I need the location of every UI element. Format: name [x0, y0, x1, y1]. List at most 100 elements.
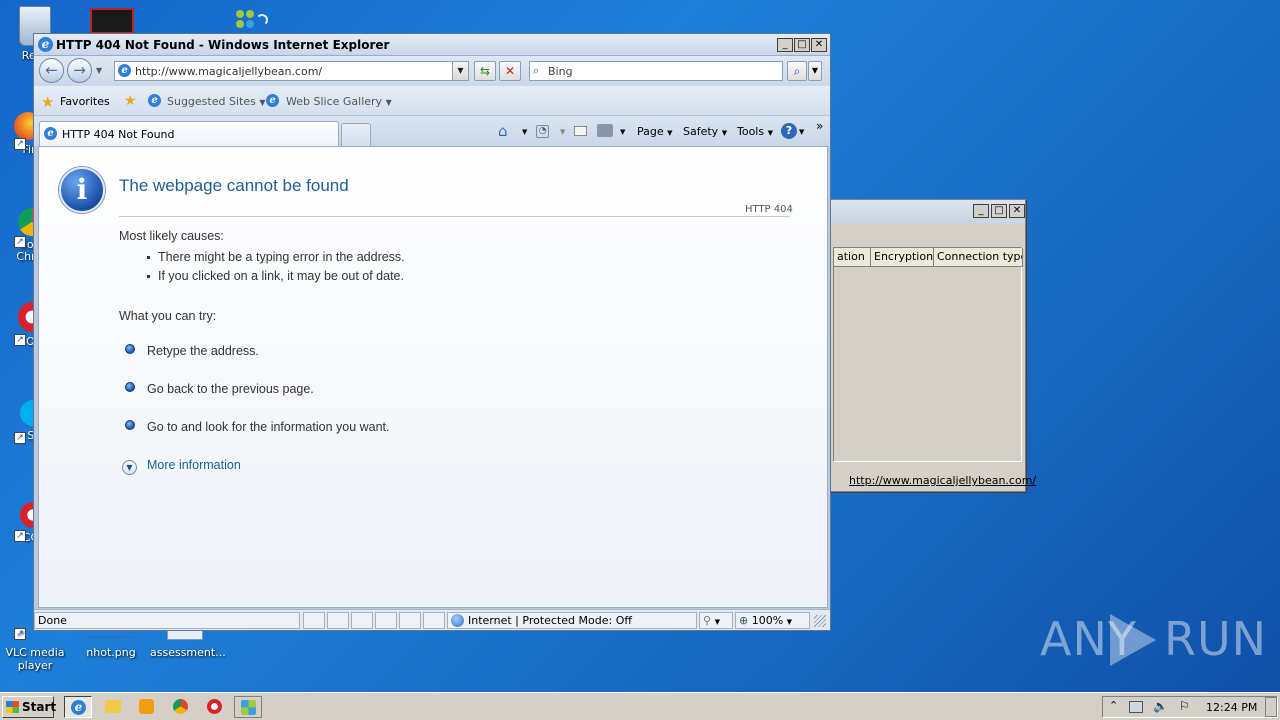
chevron-more-icon[interactable]: » — [816, 119, 823, 133]
app-grid-icon — [241, 700, 256, 715]
taskbar-chrome-button[interactable] — [166, 696, 194, 718]
search-options-button[interactable]: ▼ — [808, 61, 822, 81]
refresh-button[interactable]: ⇆ — [474, 61, 496, 81]
security-zone[interactable]: Internet | Protected Mode: Off — [447, 612, 697, 629]
show-hidden-icons-icon[interactable]: ⌃ — [1109, 699, 1118, 712]
close-button[interactable]: ✕ — [1009, 204, 1025, 218]
status-pane — [399, 612, 421, 629]
column-header[interactable]: Encryption — [871, 248, 934, 267]
taskbar-app-button[interactable] — [234, 696, 262, 718]
address-bar[interactable]: e http://www.magicaljellybean.com/ ▼ — [114, 61, 469, 81]
safety-menu[interactable]: Safety ▼ — [683, 125, 727, 138]
dropdown-arrow-icon[interactable]: ▼ — [560, 128, 565, 136]
status-text: Done — [34, 612, 300, 629]
address-input[interactable]: http://www.magicaljellybean.com/ — [135, 65, 322, 78]
ie-titlebar[interactable]: e HTTP 404 Not Found - Windows Internet … — [34, 34, 830, 56]
favorites-button[interactable]: Favorites — [60, 95, 110, 108]
feeds-icon[interactable]: ◔ — [536, 125, 549, 138]
shortcut-arrow-icon: ↗ — [14, 236, 26, 248]
search-box[interactable]: ⌕ Bing — [529, 61, 783, 81]
status-pane — [351, 612, 373, 629]
status-pane — [303, 612, 325, 629]
page-menu[interactable]: Page ▼ — [637, 125, 673, 138]
minimize-button[interactable]: _ — [777, 38, 793, 52]
print-icon[interactable] — [597, 124, 613, 137]
pdf-icon[interactable] — [90, 8, 134, 34]
tools-menu[interactable]: Tools ▼ — [737, 125, 773, 138]
dropdown-arrow-icon: ▼ — [259, 98, 266, 107]
network-icon[interactable] — [1129, 701, 1143, 713]
desktop-icon-vlc[interactable]: ↗ VLC media player — [0, 624, 70, 672]
bullet-icon — [147, 275, 150, 278]
expand-chevron-icon[interactable]: ▼ — [122, 460, 137, 475]
dropdown-arrow-icon[interactable]: ▼ — [799, 128, 804, 136]
minimize-button[interactable]: _ — [973, 204, 989, 218]
maximize-button[interactable]: □ — [794, 38, 810, 52]
show-desktop-button[interactable] — [1265, 697, 1277, 717]
navigation-bar: ← → ▼ e http://www.magicaljellybean.com/… — [34, 56, 830, 86]
blue-bullet-icon — [125, 382, 135, 392]
shortcut-arrow-icon: ↗ — [14, 334, 26, 346]
page-icon: e — [118, 64, 131, 77]
suggested-sites-link[interactable]: Suggested Sites ▼ — [167, 95, 265, 108]
resize-grip-icon[interactable] — [814, 615, 826, 627]
shortcut-arrow-icon: ↗ — [14, 628, 26, 640]
home-icon[interactable]: ⌂ — [498, 122, 508, 140]
forward-button[interactable]: → — [67, 58, 92, 83]
try-heading: What you can try: — [119, 309, 217, 323]
start-button[interactable]: Start — [2, 696, 56, 718]
zoom-button[interactable]: ⊕ 100% ▼ — [735, 612, 810, 629]
causes-heading: Most likely causes: — [119, 229, 224, 243]
back-button[interactable]: ← — [39, 58, 64, 83]
new-tab-button[interactable] — [341, 123, 371, 146]
search-button[interactable]: ⌕ — [787, 61, 807, 81]
security-zone-label: Internet | Protected Mode: Off — [468, 614, 632, 627]
taskbar-opera-button[interactable] — [200, 696, 228, 718]
help-icon[interactable]: ? — [781, 123, 797, 139]
tab-row: e HTTP 404 Not Found ⌂ ▼ ◔ ▼ ▼ Page ▼ Sa… — [34, 116, 830, 146]
page-content: i The webpage cannot be found HTTP 404 M… — [38, 146, 828, 608]
dropdown-arrow-icon: ▼ — [767, 129, 773, 137]
taskbar-ie-button[interactable]: e — [64, 696, 92, 718]
taskbar-explorer-button[interactable] — [98, 696, 126, 718]
stop-button[interactable]: ✕ — [499, 61, 521, 81]
dropdown-arrow-icon[interactable]: ▼ — [522, 128, 527, 136]
status-pane — [375, 612, 397, 629]
address-dropdown-button[interactable]: ▼ — [452, 62, 468, 80]
web-slice-gallery-link[interactable]: Web Slice Gallery ▼ — [286, 95, 392, 108]
ie-logo-icon: e — [38, 37, 53, 52]
try-item[interactable]: Go back to the previous page. — [147, 382, 314, 396]
clock[interactable]: 12:24 PM — [1206, 701, 1257, 714]
app-dots-icon[interactable] — [236, 8, 286, 34]
protected-mode-button[interactable]: ⚲ ▼ — [699, 612, 733, 629]
window-title: HTTP 404 Not Found - Windows Internet Ex… — [56, 38, 390, 52]
more-information-link[interactable]: More information — [147, 458, 241, 472]
column-header[interactable]: ation — [834, 248, 871, 267]
taskbar-media-button[interactable] — [132, 696, 160, 718]
action-center-flag-icon[interactable]: ⚐ — [1179, 699, 1190, 713]
dialog-url-link[interactable]: http://www.magicaljellybean.com/ — [849, 474, 1036, 487]
status-bar: Done Internet | Protected Mode: Off ⚲ ▼ … — [34, 609, 830, 630]
add-favorites-icon[interactable]: ★ — [124, 93, 137, 109]
tools-menu-label: Tools — [737, 125, 765, 138]
maximize-button[interactable]: □ — [991, 204, 1007, 218]
ie-icon: e — [71, 700, 86, 715]
volume-icon[interactable]: 🔈 — [1153, 699, 1168, 713]
favorites-star-icon: ★ — [41, 93, 55, 111]
try-item: Retype the address. — [147, 344, 259, 358]
column-header[interactable]: Connection type — [934, 248, 1023, 267]
connections-list[interactable]: ation Encryption Connection type — [833, 247, 1023, 462]
status-pane — [327, 612, 349, 629]
bullet-icon — [147, 256, 150, 259]
mail-icon[interactable] — [574, 126, 587, 136]
dropdown-arrow-icon: ▼ — [721, 129, 728, 137]
search-input[interactable]: Bing — [548, 65, 573, 78]
close-button[interactable]: ✕ — [811, 38, 827, 52]
history-dropdown-icon[interactable]: ▼ — [96, 66, 102, 75]
background-dialog[interactable]: _ □ ✕ ation Encryption Connection type h… — [826, 199, 1036, 492]
tab-current[interactable]: e HTTP 404 Not Found — [39, 121, 339, 146]
dropdown-arrow-icon[interactable]: ▼ — [620, 128, 625, 136]
ie-window[interactable]: e HTTP 404 Not Found - Windows Internet … — [33, 33, 831, 631]
lock-icon: ⚲ — [703, 614, 712, 627]
media-player-icon — [139, 699, 154, 714]
